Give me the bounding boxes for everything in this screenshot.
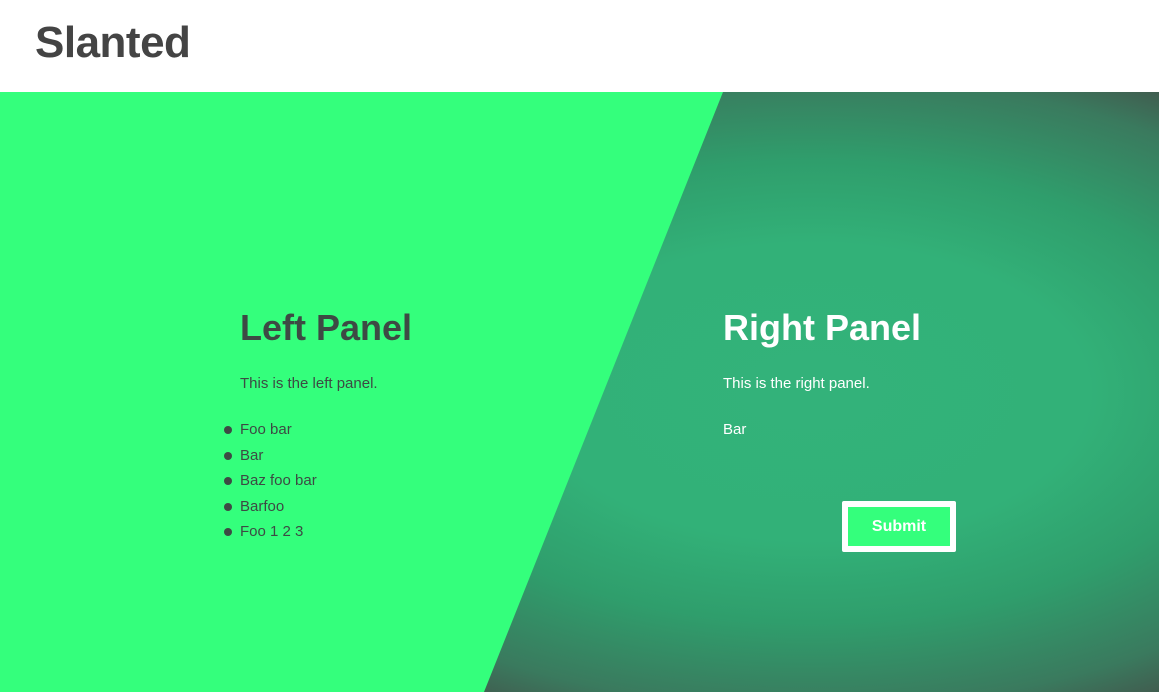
list-item: Foo bar xyxy=(224,420,317,446)
right-margin-strip xyxy=(1159,92,1174,692)
left-panel-description: This is the left panel. xyxy=(240,375,378,392)
list-item-label: Foo bar xyxy=(240,421,292,438)
list-item: Barfoo xyxy=(224,497,317,523)
submit-button[interactable]: Submit xyxy=(842,501,956,552)
list-item-label: Foo 1 2 3 xyxy=(240,523,304,541)
slanted-stage: Left Panel This is the left panel. Foo b… xyxy=(0,92,1159,692)
list-item-label: Bar xyxy=(240,446,264,464)
list-item: Bar xyxy=(224,446,317,472)
bullet-icon xyxy=(224,502,232,511)
left-panel-title: Left Panel xyxy=(240,307,413,348)
left-panel-list: Foo bar Bar Baz foo bar Barfoo Foo 1 2 3 xyxy=(224,420,317,548)
submit-button-label: Submit xyxy=(848,507,950,546)
right-panel-title: Right Panel xyxy=(723,307,922,348)
list-item: Foo 1 2 3 xyxy=(224,522,317,548)
bullet-icon xyxy=(224,426,232,434)
right-panel-extra-text: Bar xyxy=(723,421,747,438)
list-item-label: Baz foo bar xyxy=(240,472,317,490)
list-item-label: Barfoo xyxy=(240,497,285,515)
bullet-icon xyxy=(224,451,232,460)
list-item: Baz foo bar xyxy=(224,471,317,497)
site-header: Slanted xyxy=(0,0,1174,92)
left-slant-background xyxy=(0,92,723,692)
right-panel-description: This is the right panel. xyxy=(723,375,870,392)
site-title: Slanted xyxy=(35,18,191,67)
